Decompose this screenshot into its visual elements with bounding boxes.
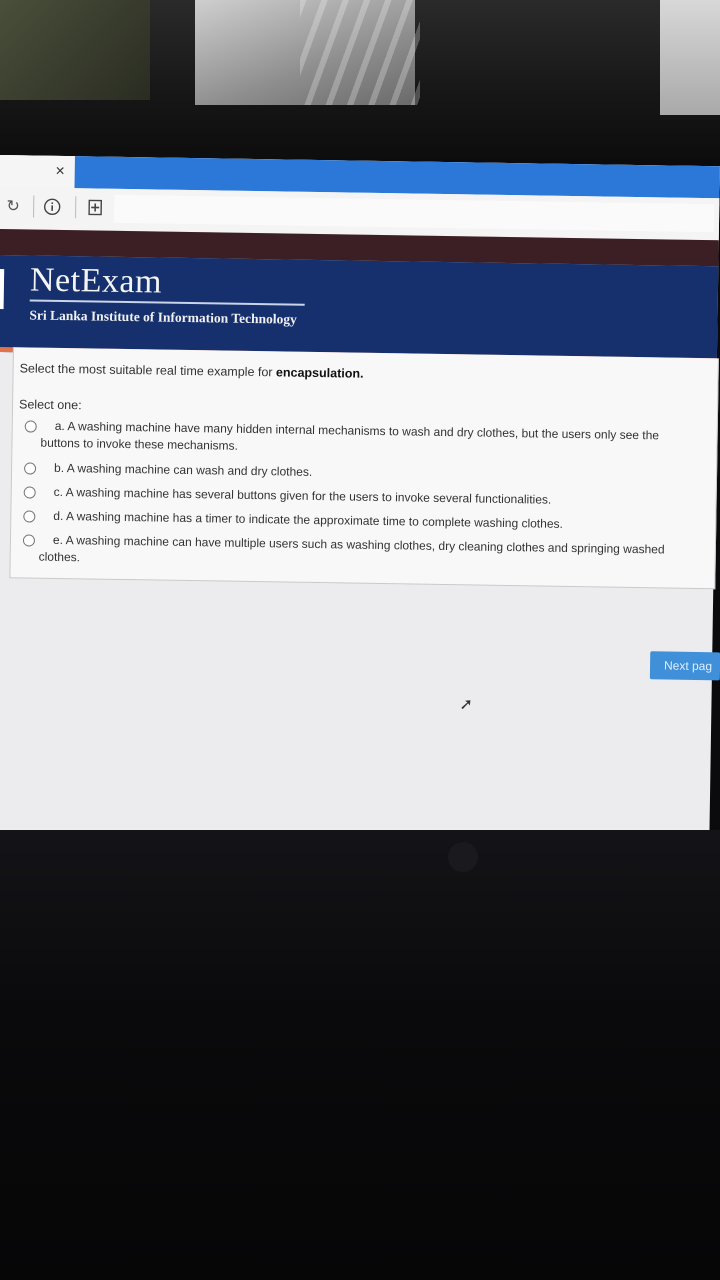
radio-button[interactable] [22,534,36,547]
background-photo [0,0,720,160]
laptop-bezel [0,830,720,1280]
refresh-icon[interactable]: ↻ [3,195,23,217]
site-subtitle: Sri Lanka Institute of Information Techn… [29,307,297,327]
answer-option-c[interactable]: c. A washing machine has several buttons… [12,483,702,512]
background-object [0,0,150,100]
option-label: b. A washing machine can wash and dry cl… [53,460,313,479]
radio-button[interactable] [23,462,37,475]
radio-button[interactable] [24,420,37,433]
option-label: a. A washing machine have many hidden in… [40,418,660,453]
mouse-cursor-icon: ➚ [459,696,473,714]
answer-option-d[interactable]: d. A washing machine has a timer to indi… [11,507,701,536]
logo-divider [29,299,305,306]
header-edge [0,268,5,310]
question-keyword: encapsulation. [275,365,364,381]
answer-option-e[interactable]: e. A washing machine can have multiple u… [11,531,701,578]
laptop-screen: × ↻ NetExam Sri Lanka Institute of Infor… [0,155,720,842]
separator [33,195,35,218]
address-bar[interactable] [113,194,715,233]
option-label: e. A washing machine can have multiple u… [38,532,665,565]
question-card: Select the most suitable real time examp… [9,347,719,590]
option-label: d. A washing machine has a timer to indi… [53,508,563,531]
close-tab-button[interactable]: × [0,155,75,189]
laptop-logo [448,842,478,872]
site-logo[interactable]: NetExam [30,261,162,301]
option-label: c. A washing machine has several buttons… [53,484,552,507]
site-header: NetExam Sri Lanka Institute of Informati… [0,254,719,364]
next-page-button[interactable]: Next pag [649,651,720,681]
background-object [660,0,720,115]
background-glare [300,0,420,105]
new-tab-icon[interactable] [85,196,105,218]
select-one-label: Select one: [18,397,82,413]
question-text: Select the most suitable real time examp… [19,361,277,380]
radio-button[interactable] [23,510,36,523]
close-icon: × [55,162,65,181]
radio-button[interactable] [23,486,36,499]
question-prompt: Select the most suitable real time examp… [20,361,364,380]
separator [75,196,77,219]
answer-option-b[interactable]: b. A washing machine can wash and dry cl… [12,459,702,488]
answer-option-a[interactable]: a. A washing machine have many hidden in… [12,417,702,464]
info-icon[interactable] [41,196,63,218]
